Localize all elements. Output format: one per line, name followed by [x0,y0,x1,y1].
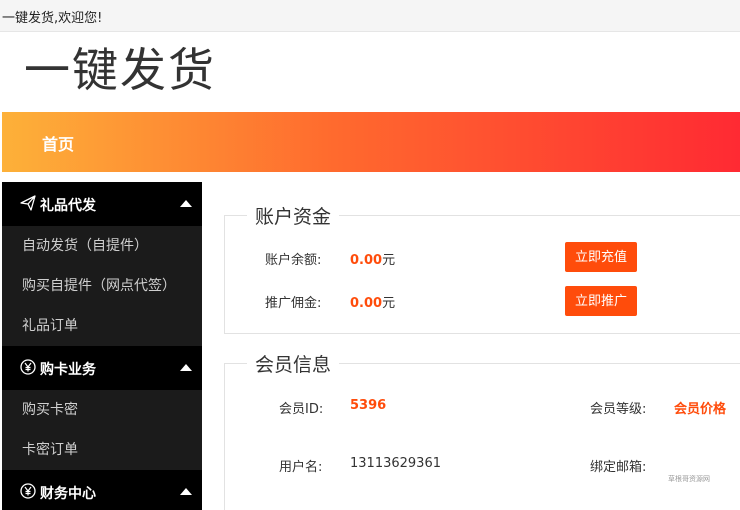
commission-unit: 元 [382,296,396,311]
main-nav: 首页 [2,112,740,172]
commission-amount: 0.00 [350,296,383,311]
sidebar-item-gift-orders[interactable]: 礼品订单 [2,306,202,346]
chevron-up-icon[interactable] [180,488,192,495]
commission-value: 0.00元 [350,292,395,311]
member-level-label: 会员等级: [590,402,647,417]
account-funds-panel: 账户资金 账户余额: 0.00元 立即充值 推广佣金: 0.00元 立即推广 [224,202,740,334]
recharge-button[interactable]: 立即充值 [565,242,638,272]
balance-label: 账户余额: [265,253,322,268]
sidebar-group-label: 财务中心 [40,486,96,502]
balance-value: 0.00元 [350,249,395,268]
sidebar-item-buy-card[interactable]: 购买卡密 [2,390,202,430]
sidebar-group-card[interactable]: 购卡业务 [2,346,202,390]
username-value: 13113629361 [350,456,441,471]
sidebar-item-card-orders[interactable]: 卡密订单 [2,430,202,470]
sidebar-item-buy-pickup[interactable]: 购买自提件（网点代签） [2,266,202,306]
email-label: 绑定邮箱: [590,460,647,475]
commission-label: 推广佣金: [265,296,322,311]
member-id-value: 5396 [350,398,387,413]
sidebar: 礼品代发 自动发货（自提件） 购买自提件（网点代签） 礼品订单 购卡业务 购买卡… [2,182,202,510]
paper-plane-icon [20,195,36,211]
top-bar: 一键发货,欢迎您! [0,0,740,32]
sidebar-group-label: 礼品代发 [40,198,96,214]
section-title: 会员信息 [247,350,340,377]
watermark-text: 草根哥资源网 [668,475,710,483]
sidebar-group-gift[interactable]: 礼品代发 [2,182,202,226]
chevron-up-icon[interactable] [180,364,192,371]
username-label: 用户名: [279,460,323,475]
sidebar-group-label: 购卡业务 [40,362,96,378]
member-id-label: 会员ID: [279,402,324,417]
welcome-text: 一键发货,欢迎您! [2,11,103,26]
member-level-value: 会员价格 [674,402,727,417]
yen-circle-icon [20,359,36,375]
sidebar-item-auto-ship[interactable]: 自动发货（自提件） [2,226,202,266]
member-info-panel: 会员信息 会员ID: 5396 会员等级: 会员价格 用户名: 13113629… [224,350,740,510]
yen-circle-icon [20,483,36,499]
balance-unit: 元 [382,253,396,268]
section-title: 账户资金 [247,202,340,229]
chevron-up-icon[interactable] [180,200,192,207]
balance-amount: 0.00 [350,253,383,268]
site-logo[interactable]: 一键发货 [24,40,216,100]
nav-home[interactable]: 首页 [42,131,74,155]
promote-button[interactable]: 立即推广 [565,286,638,316]
sidebar-group-finance[interactable]: 财务中心 [2,470,202,510]
